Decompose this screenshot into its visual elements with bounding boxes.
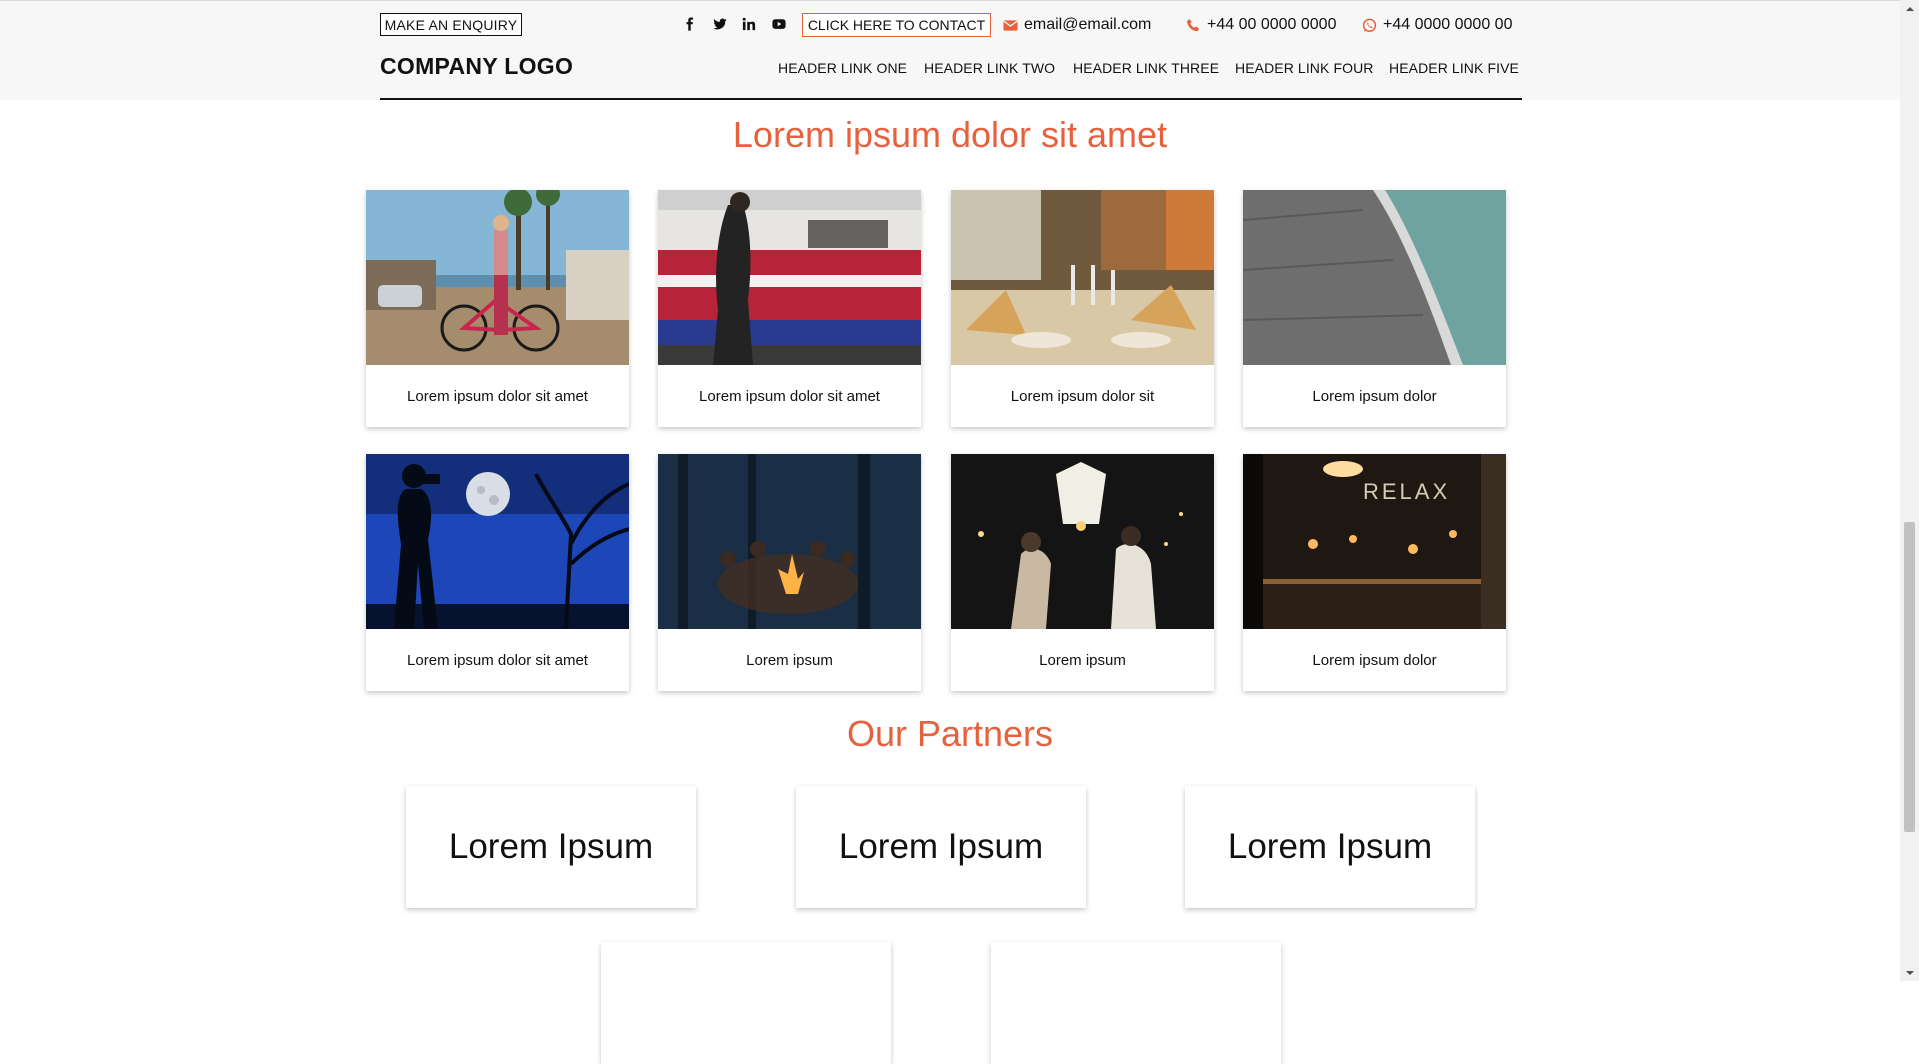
whatsapp-icon: [1362, 18, 1377, 32]
site-header: MAKE AN ENQUIRY CLICK HERE TO CONTACT em…: [0, 0, 1900, 100]
gallery-image: [658, 454, 921, 629]
gallery-card[interactable]: Lorem ipsum: [951, 454, 1214, 691]
twitter-icon[interactable]: [712, 16, 728, 32]
gallery-image: [951, 454, 1214, 629]
gallery-image: [658, 190, 921, 365]
gallery-image: [366, 454, 629, 629]
nav-link-three[interactable]: HEADER LINK THREE: [1073, 60, 1219, 76]
gallery-card[interactable]: Lorem ipsum dolor sit amet: [366, 454, 629, 691]
partner-card[interactable]: Lorem Ipsum: [1185, 786, 1475, 908]
gallery-card[interactable]: Lorem ipsum: [658, 454, 921, 691]
gallery-caption: Lorem ipsum dolor: [1312, 387, 1437, 405]
whatsapp-text: +44 0000 0000 00: [1383, 16, 1513, 33]
scroll-down-arrow-icon[interactable]: [1900, 964, 1919, 981]
youtube-icon[interactable]: [771, 16, 787, 32]
scrollbar-thumb[interactable]: [1904, 522, 1915, 832]
facebook-icon[interactable]: [682, 16, 698, 32]
svg-text:RELAX: RELAX: [1363, 479, 1450, 504]
gallery-caption: Lorem ipsum dolor sit amet: [407, 651, 588, 669]
nav-link-two[interactable]: HEADER LINK TWO: [924, 60, 1055, 76]
gallery-image: [366, 190, 629, 365]
gallery-card[interactable]: Lorem ipsum dolor sit amet: [658, 190, 921, 427]
make-enquiry-button[interactable]: MAKE AN ENQUIRY: [380, 13, 522, 36]
gallery-caption: Lorem ipsum dolor sit: [1010, 387, 1155, 405]
page-scrollbar[interactable]: [1900, 0, 1919, 981]
phone-text: +44 00 0000 0000: [1207, 16, 1337, 33]
gallery-caption: Lorem ipsum dolor sit amet: [699, 387, 880, 405]
gallery-card[interactable]: Lorem ipsum dolor sit: [951, 190, 1214, 427]
gallery-caption: Lorem ipsum: [1039, 651, 1126, 669]
partner-card[interactable]: Lorem Ipsum: [406, 786, 696, 908]
envelope-icon: [1003, 19, 1018, 31]
gallery-card[interactable]: Lorem ipsum dolor sit amet: [366, 190, 629, 427]
partner-card[interactable]: [601, 942, 891, 1064]
nav-link-five[interactable]: HEADER LINK FIVE: [1389, 60, 1519, 76]
partners-title: Our Partners: [846, 713, 1054, 754]
phone-link[interactable]: +44 00 0000 0000: [1186, 14, 1336, 36]
linkedin-icon[interactable]: [741, 16, 757, 32]
scroll-up-arrow-icon[interactable]: [1900, 0, 1919, 17]
gallery-caption: Lorem ipsum dolor: [1312, 651, 1437, 669]
gallery-card[interactable]: Lorem ipsum dolor: [1243, 190, 1506, 427]
email-link[interactable]: email@email.com: [1003, 14, 1151, 36]
phone-icon: [1186, 18, 1200, 31]
header-divider: [380, 98, 1522, 100]
company-logo[interactable]: COMPANY LOGO: [380, 53, 573, 80]
gallery-title: Lorem ipsum dolor sit amet: [732, 114, 1168, 155]
nav-link-one[interactable]: HEADER LINK ONE: [778, 60, 907, 76]
whatsapp-link[interactable]: +44 0000 0000 00: [1362, 14, 1512, 36]
gallery-image: RELAX: [1243, 454, 1506, 629]
nav-link-four[interactable]: HEADER LINK FOUR: [1235, 60, 1374, 76]
email-text: email@email.com: [1024, 16, 1152, 33]
gallery-image: [951, 190, 1214, 365]
gallery-caption: Lorem ipsum dolor sit amet: [407, 387, 588, 405]
partner-card[interactable]: [991, 942, 1281, 1064]
partner-card[interactable]: Lorem Ipsum: [796, 786, 1086, 908]
gallery-card[interactable]: RELAX Lorem ipsum dolor: [1243, 454, 1506, 691]
gallery-image: [1243, 190, 1506, 365]
gallery-caption: Lorem ipsum: [746, 651, 833, 669]
contact-button[interactable]: CLICK HERE TO CONTACT: [802, 13, 991, 37]
